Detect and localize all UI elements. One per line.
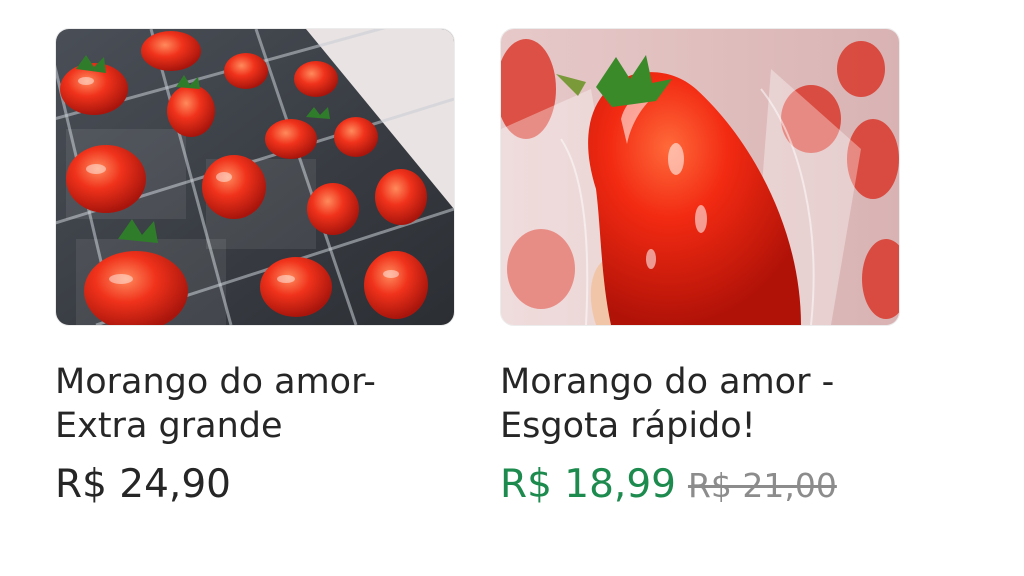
product-price: R$ 24,90 bbox=[55, 462, 231, 507]
product-grid: Morango do amor- Extra grande R$ 24,90 M… bbox=[0, 0, 1024, 576]
product-title[interactable]: Morango do amor- Extra grande bbox=[55, 360, 455, 448]
strawberry-trays-photo-icon bbox=[56, 29, 454, 325]
product-title[interactable]: Morango do amor - Esgota rápido! bbox=[500, 360, 900, 448]
product-image[interactable] bbox=[500, 28, 900, 326]
sale-price: R$ 18,99 bbox=[500, 462, 676, 507]
price-row: R$ 24,90 bbox=[55, 462, 455, 507]
candied-strawberry-photo-icon bbox=[501, 29, 899, 325]
product-card[interactable]: Morango do amor - Esgota rápido! R$ 18,9… bbox=[500, 28, 900, 507]
product-card[interactable]: Morango do amor- Extra grande R$ 24,90 bbox=[55, 28, 455, 507]
product-image[interactable] bbox=[55, 28, 455, 326]
price-row: R$ 18,99 R$ 21,00 bbox=[500, 462, 900, 507]
original-price: R$ 21,00 bbox=[687, 466, 837, 505]
